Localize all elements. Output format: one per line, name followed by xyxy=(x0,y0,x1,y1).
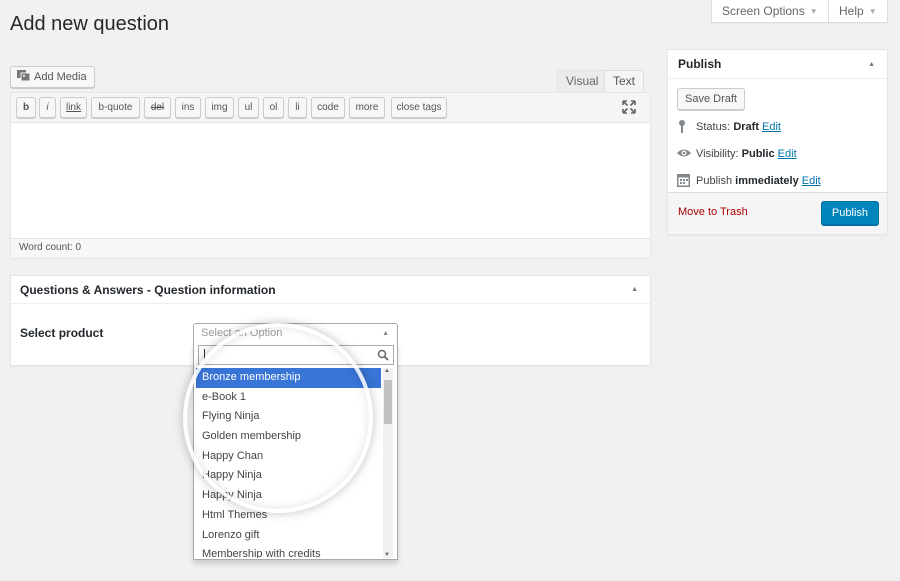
qt-ol-button[interactable]: ol xyxy=(263,97,284,118)
calendar-icon xyxy=(677,174,690,187)
publish-time-value: immediately xyxy=(735,175,799,187)
dropdown-scrollbar[interactable]: ▲ ▼ xyxy=(383,368,393,558)
search-icon xyxy=(377,349,389,361)
options-list: Bronze membership e-Book 1 Flying Ninja … xyxy=(196,368,381,558)
qt-del-button[interactable]: del xyxy=(144,97,171,118)
metabox-header[interactable]: Questions & Answers - Question informati… xyxy=(11,276,650,304)
publish-button[interactable]: Publish xyxy=(820,201,879,225)
qt-code-button[interactable]: code xyxy=(311,97,345,118)
option-item[interactable]: Golden membership xyxy=(196,427,381,447)
tab-visual[interactable]: Visual xyxy=(557,70,608,92)
visibility-label: Visibility: xyxy=(696,148,739,160)
select-product-label: Select product xyxy=(20,326,104,340)
screen-options-label: Screen Options xyxy=(722,4,805,18)
eye-icon xyxy=(677,149,691,157)
caret-down-icon: ▼ xyxy=(868,7,877,16)
option-item[interactable]: Html Themes xyxy=(196,506,381,526)
qt-italic-button[interactable]: i xyxy=(39,97,56,118)
qt-bquote-button[interactable]: b-quote xyxy=(91,97,140,118)
publish-header[interactable]: Publish ▲ xyxy=(668,50,887,79)
qt-more-button[interactable]: more xyxy=(349,97,385,118)
status-value: Draft xyxy=(733,121,759,133)
collapse-arrow-icon[interactable]: ▲ xyxy=(631,276,638,304)
qt-img-button[interactable]: img xyxy=(205,97,234,118)
scrollbar-thumb[interactable] xyxy=(384,380,392,424)
media-icon xyxy=(17,70,31,82)
editor: b i link b-quote del ins img ul ol li co… xyxy=(10,92,651,259)
publish-actions: Move to Trash Publish xyxy=(668,192,887,234)
move-to-trash-link[interactable]: Move to Trash xyxy=(678,206,748,218)
option-item[interactable]: Happy Ninja xyxy=(196,486,381,506)
publish-title: Publish xyxy=(678,57,722,71)
option-item[interactable]: Flying Ninja xyxy=(196,407,381,427)
add-media-label: Add Media xyxy=(34,71,87,83)
fullscreen-icon[interactable] xyxy=(622,100,636,114)
visibility-value: Public xyxy=(741,148,775,160)
add-media-button[interactable]: Add Media xyxy=(10,66,95,88)
collapse-arrow-icon[interactable]: ▲ xyxy=(868,50,875,79)
tab-text[interactable]: Text xyxy=(604,70,645,93)
publish-box: Publish ▲ Save Draft Status: Draft Edit V… xyxy=(667,49,888,235)
qt-link-button[interactable]: link xyxy=(60,97,87,118)
caret-down-icon: ▼ xyxy=(809,7,818,16)
quicktags-toolbar: b i link b-quote del ins img ul ol li co… xyxy=(11,93,650,123)
publish-time-label: Publish xyxy=(696,175,733,187)
caret-up-icon: ▲ xyxy=(382,330,389,337)
qt-li-button[interactable]: li xyxy=(288,97,307,118)
product-select[interactable]: Select an Option ▲ xyxy=(193,323,398,344)
qt-bold-button[interactable]: b xyxy=(16,97,36,118)
scroll-down-icon[interactable]: ▼ xyxy=(384,552,390,558)
text-cursor xyxy=(204,349,205,362)
visibility-edit-link[interactable]: Edit xyxy=(778,148,797,160)
status-edit-link[interactable]: Edit xyxy=(762,121,781,133)
option-item[interactable]: Happy Chan xyxy=(196,447,381,467)
qt-ul-button[interactable]: ul xyxy=(238,97,259,118)
publish-time-edit-link[interactable]: Edit xyxy=(802,175,821,187)
select-placeholder: Select an Option xyxy=(201,327,283,339)
status-label: Status: xyxy=(696,121,731,133)
pin-icon xyxy=(679,120,685,133)
save-draft-button[interactable]: Save Draft xyxy=(677,88,745,110)
dropdown-search-input[interactable] xyxy=(198,345,394,365)
status-row: Status: Draft Edit xyxy=(676,119,781,133)
option-item[interactable]: Lorenzo gift xyxy=(196,526,381,546)
scroll-up-icon[interactable]: ▲ xyxy=(384,368,390,374)
word-count: Word count: 0 xyxy=(11,238,650,258)
option-item[interactable]: Membership with credits xyxy=(196,545,381,558)
visibility-row: Visibility: Public Edit xyxy=(676,146,797,160)
qt-close-tags-button[interactable]: close tags xyxy=(391,97,447,118)
option-item[interactable]: Happy Ninja xyxy=(196,466,381,486)
publish-time-row: Publish immediately Edit xyxy=(676,173,821,187)
metabox-title: Questions & Answers - Question informati… xyxy=(20,283,276,297)
product-dropdown: Bronze membership e-Book 1 Flying Ninja … xyxy=(193,343,398,560)
help-label: Help xyxy=(839,4,864,18)
screen-options-tab[interactable]: Screen Options ▼ xyxy=(711,0,829,23)
option-item[interactable]: e-Book 1 xyxy=(196,388,381,408)
option-item[interactable]: Bronze membership xyxy=(196,368,381,388)
page-title: Add new question xyxy=(10,13,170,35)
help-tab[interactable]: Help ▼ xyxy=(828,0,888,23)
qt-ins-button[interactable]: ins xyxy=(175,97,201,118)
